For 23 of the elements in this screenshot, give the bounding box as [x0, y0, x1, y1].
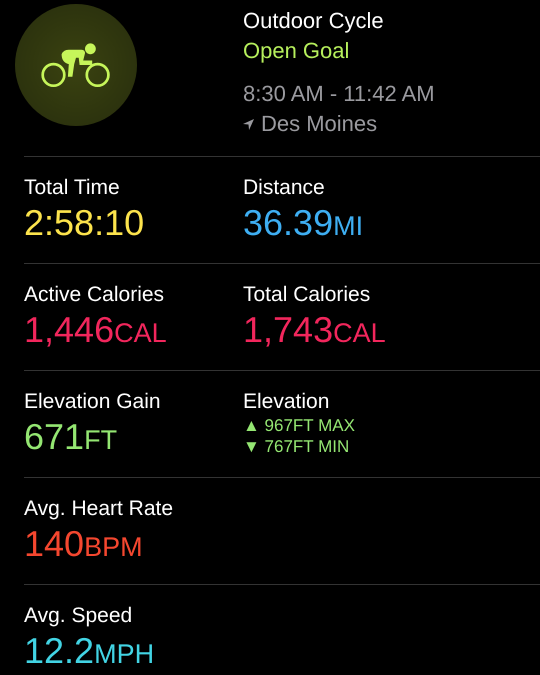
location-arrow-icon	[243, 118, 254, 130]
workout-time: 8:30 AM - 11:42 AM	[243, 80, 435, 108]
metric-value: 2:58:10	[24, 201, 144, 245]
metric-value: 1,446CAL	[24, 308, 167, 352]
cyclist-icon	[40, 42, 112, 88]
metric-value: 12.2MPH	[24, 629, 154, 673]
metric-value: 140BPM	[24, 522, 143, 566]
elevation-reading: ▼ 767FT MIN	[243, 437, 350, 457]
workout-title: Outdoor Cycle	[243, 7, 385, 35]
metric-label: Total Calories	[243, 282, 370, 308]
metric-label: Avg. Heart Rate	[24, 496, 174, 522]
metric-label: Total Time	[24, 175, 120, 201]
metric-label: Avg. Speed	[24, 603, 132, 629]
metric-label: Elevation	[243, 389, 330, 415]
metric-label: Active Calories	[24, 282, 164, 308]
metric-label: Elevation Gain	[24, 389, 161, 415]
workout-location: Des Moines	[261, 110, 378, 138]
metric-value: 671FT	[24, 415, 118, 459]
workout-goal: Open Goal	[243, 37, 350, 65]
metric-value: 1,743CAL	[243, 308, 386, 352]
metric-value: 36.39MI	[243, 201, 364, 245]
elevation-reading: ▲ 967FT MAX	[243, 416, 355, 436]
metric-label: Distance	[243, 175, 325, 201]
